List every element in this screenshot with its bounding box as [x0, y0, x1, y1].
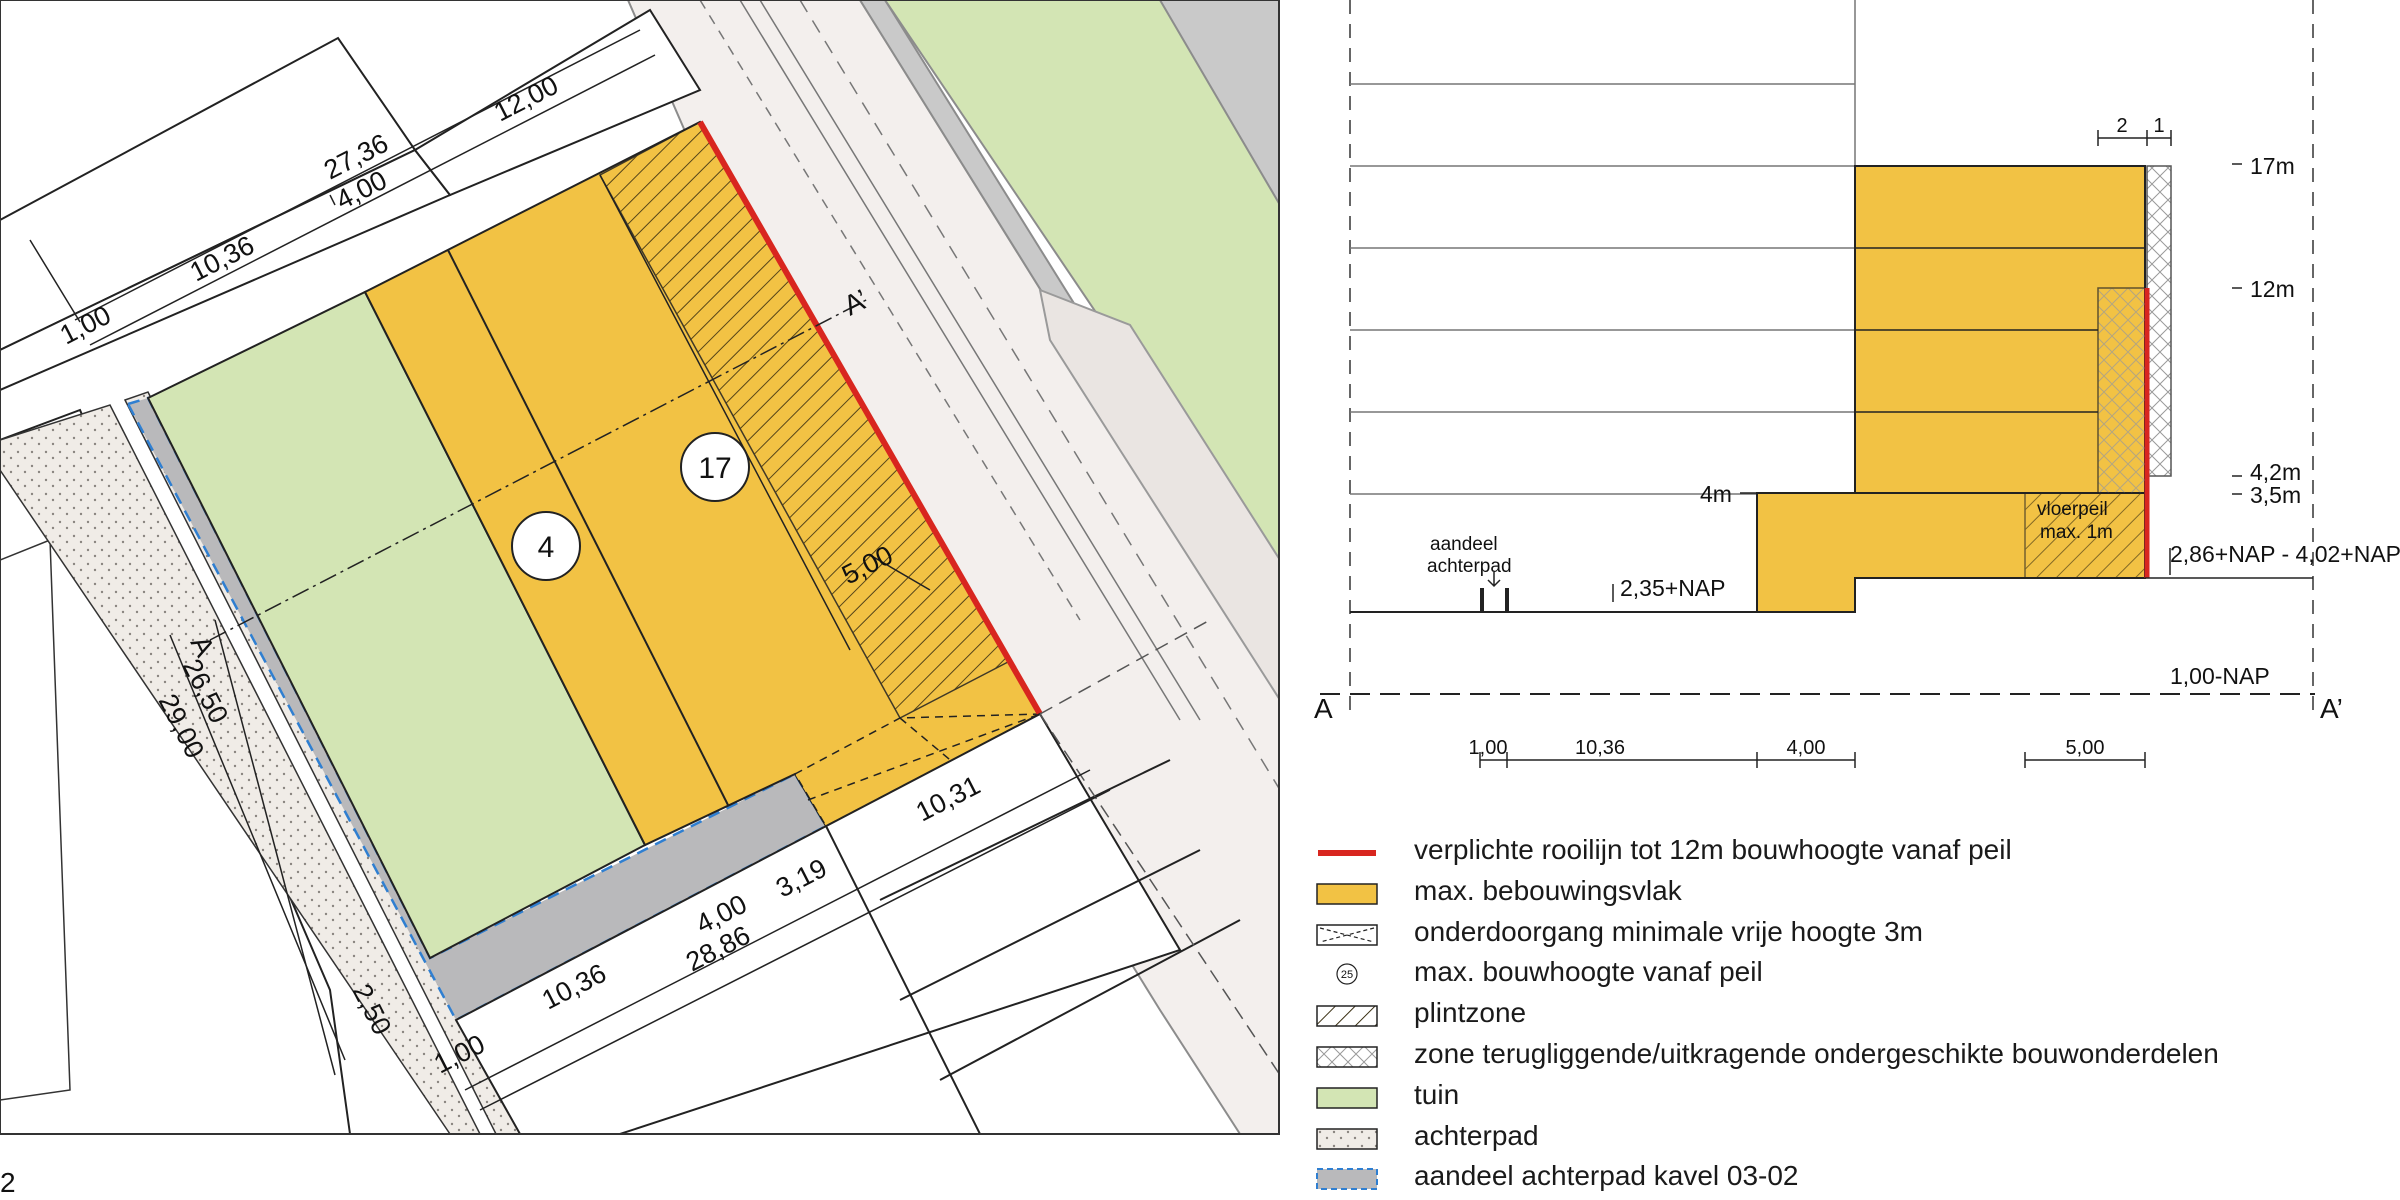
dashed-cross-symbol	[1316, 924, 1378, 946]
legend-item-uitkragend: zone terugliggende/uitkragende ondergesc…	[1316, 1036, 2396, 1072]
legend-item-bouwhoogte: 25 max. bouwhoogte vanaf peil	[1316, 954, 2396, 990]
achterpad-post	[1505, 588, 1509, 612]
top-dim-2: 2	[2116, 115, 2127, 137]
level-3-5m: 3,5m	[2250, 482, 2301, 508]
legend-label: achterpad	[1414, 1120, 1539, 1151]
label-nap-1-00: 1,00-NAP	[2170, 663, 2270, 689]
legend-label: max. bouwhoogte vanaf peil	[1414, 956, 1763, 987]
label-nap-2-35: 2,35+NAP	[1620, 575, 1726, 601]
orange-box-symbol	[1316, 883, 1378, 905]
label-aandeel: aandeel	[1430, 534, 1498, 555]
bottom-dim-4-00: 4,00	[1787, 737, 1826, 759]
label-achterpad: achterpad	[1427, 556, 1512, 577]
bottom-dim-1-00: 1,00	[1469, 737, 1508, 759]
cross-section: 2 1 17m 12m 4,2m 3,5m 4m aandeel achterp…	[1314, 0, 2400, 768]
legend-label: max. bebouwingsvlak	[1414, 875, 1682, 906]
corner-label: 2	[0, 1167, 16, 1198]
legend-item-rooilijn: verplichte rooilijn tot 12m bouwhoogte v…	[1316, 832, 2396, 868]
height-value-4: 4	[538, 531, 555, 564]
legend-label: aandeel achterpad kavel 03-02	[1414, 1160, 1799, 1191]
red-line-symbol	[1318, 850, 1376, 856]
green-box-symbol	[1316, 1087, 1378, 1109]
legend-item-onderdoorgang: onderdoorgang minimale vrije hoogte 3m	[1316, 914, 2396, 950]
level-17m: 17m	[2250, 153, 2295, 179]
height-value-17: 17	[698, 452, 731, 485]
label-vloerpeil: vloerpeil	[2037, 499, 2108, 520]
plint-zone	[2097, 287, 2146, 494]
section-a-prime: A’	[2320, 693, 2343, 724]
legend-item-bebouwingsvlak: max. bebouwingsvlak	[1316, 873, 2396, 909]
legend-label: onderdoorgang minimale vrije hoogte 3m	[1414, 916, 1923, 947]
site-plan: 27,36 12,00 10,36 4,00 1,00 26,50 29,00 …	[0, 0, 1280, 1134]
bottom-dim-5-00: 5,00	[2066, 737, 2105, 759]
legend-label: plintzone	[1414, 997, 1527, 1028]
legend-label: zone terugliggende/uitkragende ondergesc…	[1414, 1038, 2219, 1069]
achterpad-post	[1480, 588, 1484, 612]
top-dim-1: 1	[2153, 115, 2164, 137]
level-12m: 12m	[2250, 276, 2295, 302]
height-circle-symbol: 25	[1336, 963, 1358, 985]
grey-dashed-box-symbol	[1316, 1168, 1378, 1190]
legend-label: tuin	[1414, 1079, 1460, 1110]
dotted-box-symbol	[1316, 1128, 1378, 1150]
height-circle-value: 25	[1341, 969, 1353, 981]
legend-item-achterpad: achterpad	[1316, 1118, 2396, 1154]
legend-item-tuin: tuin	[1316, 1077, 2396, 1113]
legend-item-plintzone: plintzone	[1316, 995, 2396, 1031]
hatch-symbol	[1316, 1005, 1378, 1027]
section-a: A	[1314, 693, 1333, 724]
level-4m: 4m	[1700, 481, 1732, 507]
legend-label: verplichte rooilijn tot 12m bouwhoogte v…	[1414, 834, 2012, 865]
bottom-dim-10-36: 10,36	[1575, 737, 1625, 759]
uitkraging-zone	[2146, 165, 2172, 477]
cross-hatch-symbol	[1316, 1046, 1378, 1068]
label-nap-range: 2,86+NAP - 4,02+NAP	[2170, 541, 2400, 567]
legend-item-aandeel-achterpad: aandeel achterpad kavel 03-02	[1316, 1158, 2396, 1194]
label-max-1m: max. 1m	[2040, 522, 2113, 543]
